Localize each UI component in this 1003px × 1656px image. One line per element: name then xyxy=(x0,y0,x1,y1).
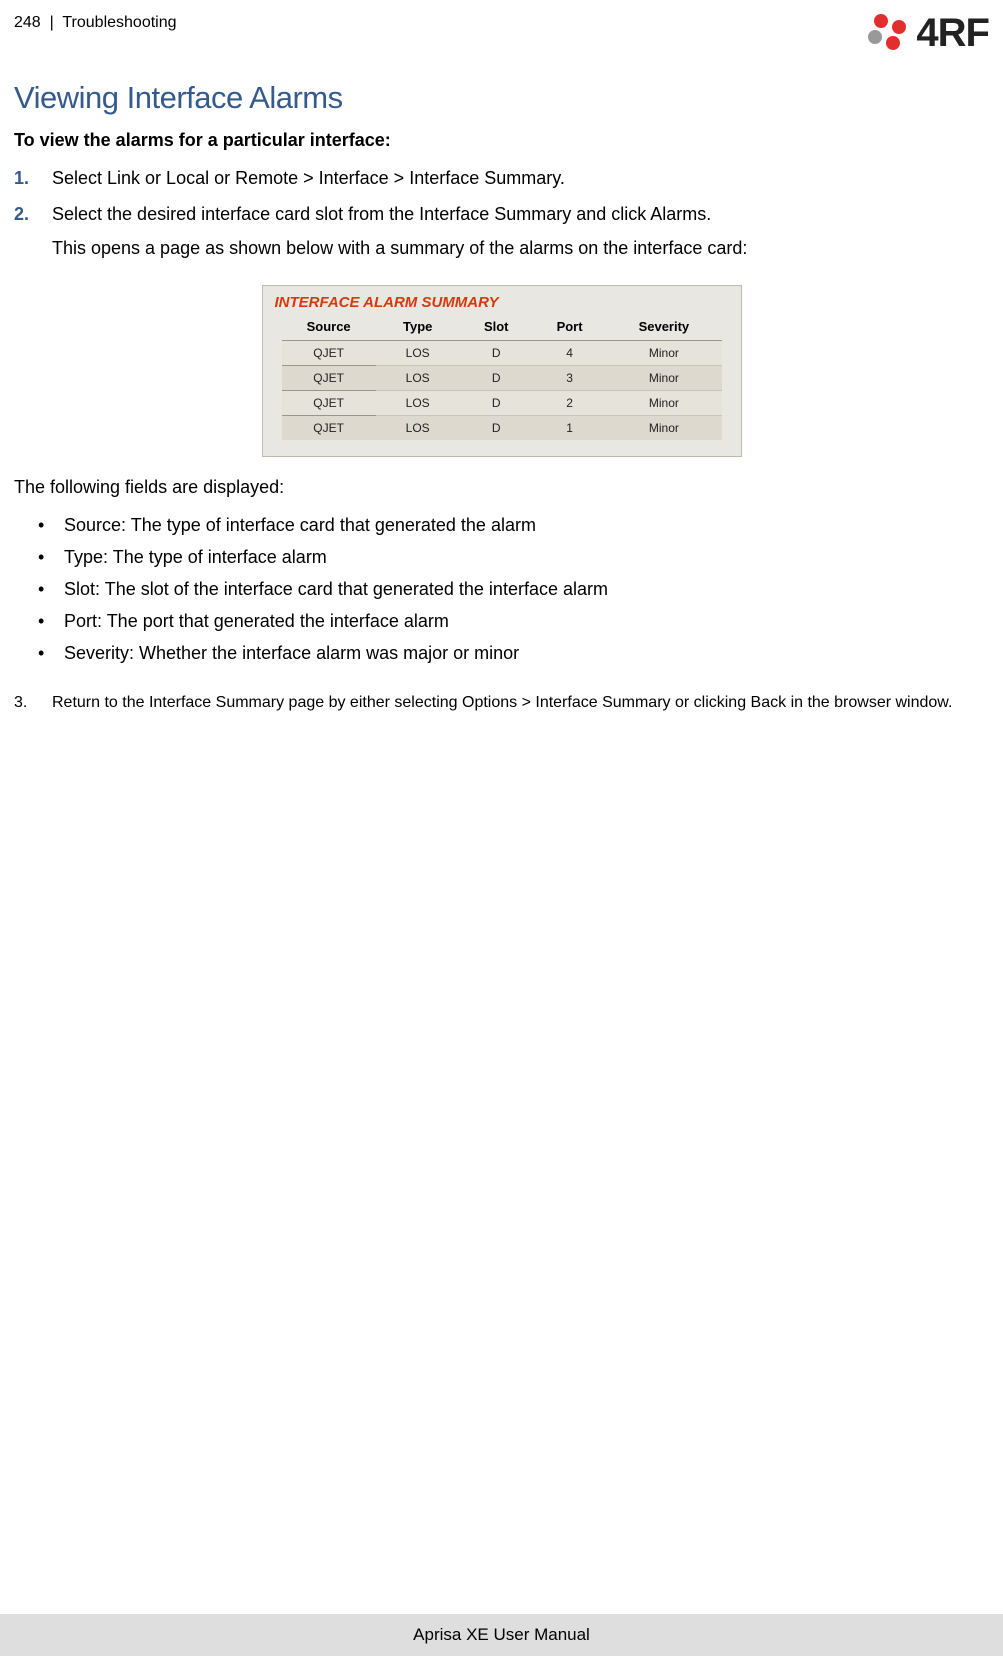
table-row: QJET LOS D 2 Minor xyxy=(282,391,722,416)
list-item: Slot: The slot of the interface card tha… xyxy=(14,574,989,606)
cell-port: 4 xyxy=(533,341,606,366)
col-header-type: Type xyxy=(376,315,460,341)
alarm-summary-table: Source Type Slot Port Severity QJET LOS … xyxy=(282,315,722,440)
cell-severity: Minor xyxy=(606,366,721,391)
page-footer: Aprisa XE User Manual xyxy=(0,1614,1003,1656)
step-1: 1. Select Link or Local or Remote > Inte… xyxy=(14,165,989,191)
bullet-text: Port: The port that generated the interf… xyxy=(64,608,449,636)
cell-port: 1 xyxy=(533,416,606,441)
brand-logo: 4RF xyxy=(864,10,989,56)
cell-slot: D xyxy=(460,366,533,391)
table-row: QJET LOS D 3 Minor xyxy=(282,366,722,391)
table-row: QJET LOS D 1 Minor xyxy=(282,416,722,441)
list-item: Severity: Whether the interface alarm wa… xyxy=(14,638,989,670)
bullet-text: Severity: Whether the interface alarm wa… xyxy=(64,640,519,668)
fields-intro: The following fields are displayed: xyxy=(14,477,989,498)
page-title: Viewing Interface Alarms xyxy=(14,80,989,116)
cell-source: QJET xyxy=(282,366,376,391)
steps-list: 1. Select Link or Local or Remote > Inte… xyxy=(14,165,989,261)
header-section: Troubleshooting xyxy=(62,14,176,31)
field-bullet-list: Source: The type of interface card that … xyxy=(14,510,989,669)
cell-port: 2 xyxy=(533,391,606,416)
cell-source: QJET xyxy=(282,416,376,441)
alarm-summary-box: INTERFACE ALARM SUMMARY Source Type Slot… xyxy=(262,285,742,457)
header-divider: | xyxy=(50,14,54,31)
page-number: 248 xyxy=(14,14,41,31)
page-header: 248 | Troubleshooting 4RF xyxy=(0,0,1003,56)
page-content: Viewing Interface Alarms To view the ala… xyxy=(0,80,1003,712)
brand-logo-text: 4RF xyxy=(916,11,989,56)
list-item: Source: The type of interface card that … xyxy=(14,510,989,542)
intro-heading: To view the alarms for a particular inte… xyxy=(14,130,989,151)
step-number: 3. xyxy=(14,694,38,712)
step-text: Select the desired interface card slot f… xyxy=(52,204,711,224)
table-header-row: Source Type Slot Port Severity xyxy=(282,315,722,341)
bullet-text: Source: The type of interface card that … xyxy=(64,512,536,540)
cell-slot: D xyxy=(460,416,533,441)
step-text: Return to the Interface Summary page by … xyxy=(52,694,989,712)
col-header-severity: Severity xyxy=(606,315,721,341)
cell-type: LOS xyxy=(376,366,460,391)
list-item: Port: The port that generated the interf… xyxy=(14,606,989,638)
header-breadcrumb: 248 | Troubleshooting xyxy=(14,10,177,32)
col-header-port: Port xyxy=(533,315,606,341)
cell-severity: Minor xyxy=(606,391,721,416)
cell-severity: Minor xyxy=(606,416,721,441)
bullet-text: Type: The type of interface alarm xyxy=(64,544,327,572)
cell-slot: D xyxy=(460,391,533,416)
brand-logo-icon xyxy=(864,10,910,56)
cell-port: 3 xyxy=(533,366,606,391)
cell-severity: Minor xyxy=(606,341,721,366)
col-header-slot: Slot xyxy=(460,315,533,341)
cell-type: LOS xyxy=(376,391,460,416)
cell-slot: D xyxy=(460,341,533,366)
cell-source: QJET xyxy=(282,341,376,366)
alarm-summary-panel: INTERFACE ALARM SUMMARY Source Type Slot… xyxy=(14,285,989,457)
table-row: QJET LOS D 4 Minor xyxy=(282,341,722,366)
alarm-summary-title: INTERFACE ALARM SUMMARY xyxy=(263,288,741,315)
step-subtext: This opens a page as shown below with a … xyxy=(52,235,989,261)
col-header-source: Source xyxy=(282,315,376,341)
cell-type: LOS xyxy=(376,341,460,366)
cell-source: QJET xyxy=(282,391,376,416)
step-2: 2. Select the desired interface card slo… xyxy=(14,201,989,261)
step-number: 1. xyxy=(14,165,38,191)
list-item: Type: The type of interface alarm xyxy=(14,542,989,574)
step-3: 3. Return to the Interface Summary page … xyxy=(14,694,989,712)
step-number: 2. xyxy=(14,201,38,261)
step-text: Select Link or Local or Remote > Interfa… xyxy=(52,165,989,191)
bullet-text: Slot: The slot of the interface card tha… xyxy=(64,576,608,604)
cell-type: LOS xyxy=(376,416,460,441)
footer-text: Aprisa XE User Manual xyxy=(413,1625,590,1645)
